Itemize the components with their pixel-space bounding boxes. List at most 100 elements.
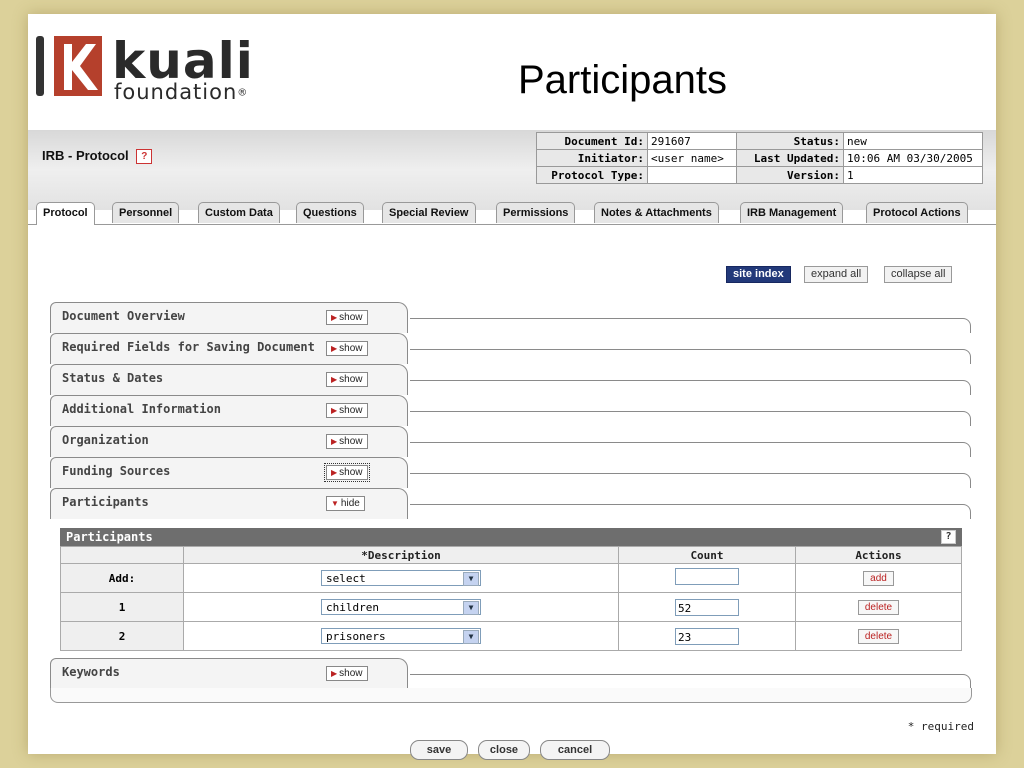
help-icon[interactable]: ?: [136, 149, 153, 165]
docinfo-label: Last Updated:: [736, 149, 844, 167]
section-status-dates: Status & Dates ▶ show: [50, 364, 971, 395]
select-value: select: [326, 572, 366, 585]
table-row: 2 prisoners ▼ 23 delete: [60, 621, 962, 651]
show-toggle-button[interactable]: ▶ show: [324, 463, 370, 482]
select-value: prisoners: [326, 630, 386, 643]
triangle-right-icon: ▶: [331, 468, 338, 477]
docinfo-label: Status:: [736, 132, 844, 150]
section-participants: Participants ▼ hide: [50, 488, 971, 519]
expand-all-button[interactable]: expand all: [804, 266, 869, 283]
participants-panel: Participants ? *Description Count Action…: [60, 528, 962, 651]
participants-panel-header: Participants ?: [60, 528, 962, 546]
toggle-label: show: [339, 436, 363, 447]
triangle-right-icon: ▶: [331, 437, 338, 446]
logo-k-mark: [54, 36, 102, 96]
section-rule: [410, 318, 971, 333]
triangle-down-icon: ▼: [331, 499, 339, 508]
logo-brand-line2: foundation®: [114, 80, 248, 104]
tab-notes-attachments[interactable]: Notes & Attachments: [594, 202, 719, 223]
description-select[interactable]: prisoners ▼: [321, 628, 481, 644]
tab-personnel[interactable]: Personnel: [112, 202, 180, 223]
collapse-all-button[interactable]: collapse all: [884, 266, 953, 283]
section-organization: Organization ▶ show: [50, 426, 971, 457]
actions-cell: delete: [795, 621, 962, 651]
docinfo-value: [647, 166, 737, 184]
toggle-label: show: [339, 374, 363, 385]
logo-bracket: [36, 36, 44, 96]
docinfo-label: Version:: [736, 166, 844, 184]
count-cell: 52: [618, 592, 796, 622]
table-row: 1 children ▼ 52 delete: [60, 592, 962, 622]
show-toggle-button[interactable]: ▶ show: [326, 403, 368, 418]
show-toggle-button[interactable]: ▶ show: [326, 341, 368, 356]
description-select[interactable]: children ▼: [321, 599, 481, 615]
show-toggle-button[interactable]: ▶ show: [326, 666, 368, 681]
show-toggle-button[interactable]: ▶ show: [326, 310, 368, 325]
section-required-fields: Required Fields for Saving Document ▶ sho…: [50, 333, 971, 364]
description-cell: prisoners ▼: [183, 621, 619, 651]
actions-cell: delete: [795, 592, 962, 622]
tab-questions[interactable]: Questions: [296, 202, 364, 223]
logo-brand-word: foundation: [114, 80, 238, 104]
show-toggle-button[interactable]: ▶ show: [326, 434, 368, 449]
tab-permissions[interactable]: Permissions: [496, 202, 576, 223]
save-button[interactable]: save: [410, 740, 468, 760]
section-label: Status & Dates: [62, 371, 164, 385]
table-header-row: *Description Count Actions: [60, 546, 962, 564]
delete-button[interactable]: delete: [857, 628, 900, 644]
count-input[interactable]: 23: [675, 627, 739, 645]
toggle-label: show: [339, 312, 363, 323]
count-input[interactable]: 52: [675, 598, 739, 616]
show-toggle-button[interactable]: ▶ show: [326, 372, 368, 387]
section-label: Participants: [62, 495, 149, 509]
docinfo-value: new: [843, 132, 983, 150]
actions-cell: add: [795, 563, 962, 593]
required-note: * required: [907, 720, 974, 733]
section-label: Additional Information: [62, 402, 221, 416]
section-label: Required Fields for Saving Document: [62, 340, 315, 354]
description-select[interactable]: select ▼: [321, 570, 481, 586]
close-button[interactable]: close: [478, 740, 530, 760]
docinfo-label: Protocol Type:: [536, 166, 648, 184]
kuali-app: IRB - Protocol ? Document Id: 291607 Sta…: [28, 130, 996, 760]
document-info-table: Document Id: 291607 Status: new Initiato…: [536, 132, 983, 184]
docinfo-label: Initiator:: [536, 149, 648, 167]
section-rule: [410, 473, 971, 488]
description-cell: select ▼: [183, 563, 619, 593]
tab-protocol-actions[interactable]: Protocol Actions: [866, 202, 968, 223]
section-label: Organization: [62, 433, 149, 447]
bottom-actions: save close cancel: [28, 740, 996, 760]
section-rule: [410, 380, 971, 395]
toggle-label: show: [339, 343, 363, 354]
site-index-button[interactable]: site index: [726, 266, 791, 283]
section-additional-information: Additional Information ▶ show: [50, 395, 971, 426]
delete-button[interactable]: delete: [857, 599, 900, 615]
document-header: IRB - Protocol ? Document Id: 291607 Sta…: [28, 130, 996, 210]
tab-irb-management[interactable]: IRB Management: [740, 202, 844, 223]
slide: kuali foundation® Participants IRB - Pro…: [28, 14, 996, 760]
section-rule: [410, 442, 971, 457]
docinfo-value: 10:06 AM 03/30/2005: [843, 149, 983, 167]
section-label: Document Overview: [62, 309, 185, 323]
tab-special-review[interactable]: Special Review: [382, 202, 476, 223]
column-header-description: *Description: [183, 546, 619, 564]
section-label: Keywords: [62, 665, 120, 679]
tab-custom-data[interactable]: Custom Data: [198, 202, 280, 223]
tab-protocol[interactable]: Protocol: [36, 202, 95, 225]
help-icon[interactable]: ?: [941, 530, 956, 544]
cancel-button[interactable]: cancel: [540, 740, 610, 760]
docinfo-value: 291607: [647, 132, 737, 150]
row-label: 2: [60, 621, 184, 651]
hide-toggle-button[interactable]: ▼ hide: [326, 496, 365, 511]
section-rule: [410, 411, 971, 426]
section-rule: [410, 349, 971, 364]
docinfo-row: Document Id: 291607 Status: new: [536, 132, 983, 150]
table-row-add: Add: select ▼ add: [60, 563, 962, 593]
add-button[interactable]: add: [863, 570, 894, 586]
triangle-right-icon: ▶: [331, 313, 338, 322]
participants-table: *Description Count Actions Add: select ▼ …: [60, 546, 962, 651]
participants-panel-title: Participants: [66, 530, 153, 544]
count-input[interactable]: [675, 568, 739, 585]
count-cell: [618, 563, 796, 593]
docinfo-row: Protocol Type: Version: 1: [536, 166, 983, 184]
